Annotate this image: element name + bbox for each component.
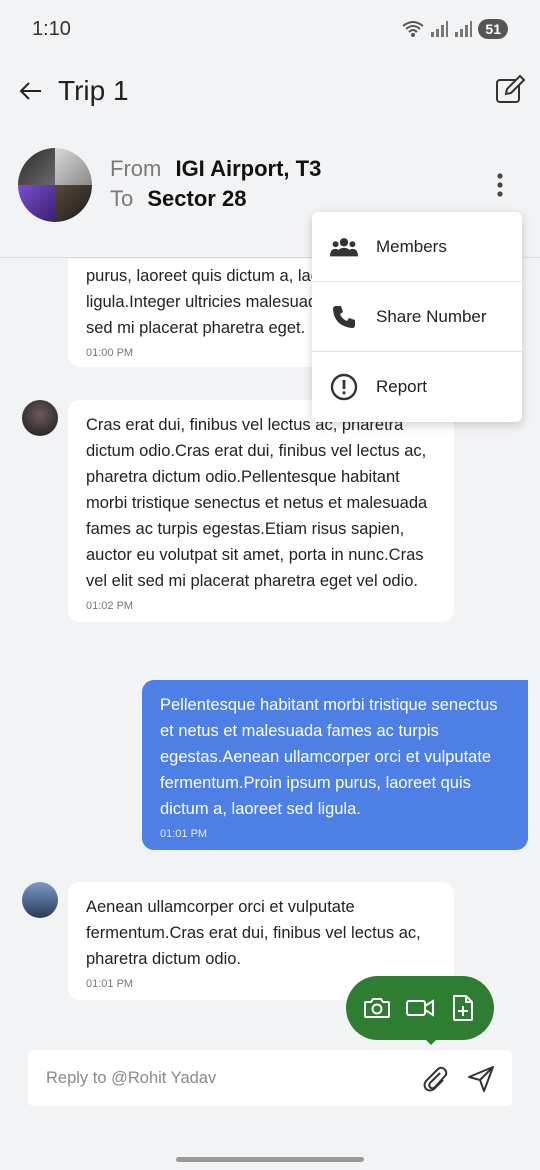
- message-bubble-incoming: Cras erat dui, finibus vel lectus ac, ph…: [68, 400, 454, 622]
- page-title: Trip 1: [58, 75, 129, 106]
- to-label: To: [110, 186, 134, 211]
- group-avatar[interactable]: [18, 148, 92, 222]
- message-bubble-outgoing: Pellentesque habitant morbi tristique se…: [142, 680, 528, 850]
- avatar-tile: [18, 185, 55, 222]
- home-indicator[interactable]: [176, 1157, 364, 1162]
- avatar-tile: [55, 148, 92, 185]
- from-value: IGI Airport, T3: [175, 156, 322, 181]
- message-time: 01:01 PM: [160, 828, 208, 840]
- add-file-button[interactable]: [446, 991, 480, 1025]
- send-button[interactable]: [466, 1064, 496, 1094]
- status-time: 1:10: [32, 17, 71, 40]
- route-from: From IGI Airport, T3: [110, 154, 321, 184]
- status-icons: 51: [402, 19, 508, 39]
- paperclip-icon: [423, 1066, 448, 1092]
- back-button[interactable]: [16, 76, 46, 106]
- video-button[interactable]: [403, 991, 437, 1025]
- phone-icon: [330, 303, 358, 331]
- group-icon: [330, 233, 358, 261]
- battery-indicator: 51: [478, 19, 508, 39]
- arrow-left-icon: [19, 82, 41, 100]
- route-to: To Sector 28: [110, 184, 321, 214]
- menu-item-members[interactable]: Members: [312, 212, 522, 282]
- menu-item-label: Report: [376, 377, 428, 396]
- message-text: Cras erat dui, finibus vel lectus ac, ph…: [86, 416, 428, 590]
- more-options-button[interactable]: [490, 170, 510, 200]
- video-icon: [405, 999, 434, 1017]
- signal-icon: [431, 21, 449, 37]
- to-value: Sector 28: [147, 186, 247, 211]
- more-vertical-icon: [497, 173, 503, 197]
- edit-button[interactable]: [494, 74, 526, 106]
- from-label: From: [110, 156, 162, 181]
- route-info: From IGI Airport, T3 To Sector 28: [110, 154, 321, 214]
- attach-button[interactable]: [420, 1064, 450, 1094]
- attachment-picker: [346, 976, 494, 1040]
- options-menu: Members Share Number Report: [312, 212, 522, 422]
- sender-avatar[interactable]: [22, 882, 58, 918]
- sender-avatar[interactable]: [22, 400, 58, 436]
- message-text: Aenean ullamcorper orci et vulputate fer…: [86, 898, 421, 968]
- file-plus-icon: [452, 995, 473, 1021]
- reply-input[interactable]: [46, 1068, 406, 1088]
- menu-item-label: Share Number: [376, 306, 487, 326]
- camera-button[interactable]: [360, 991, 394, 1025]
- app-bar: Trip 1: [0, 60, 540, 122]
- camera-icon: [364, 998, 391, 1018]
- message-composer: [28, 1050, 512, 1106]
- wifi-icon: [402, 21, 425, 37]
- message-time: 01:02 PM: [86, 600, 134, 612]
- avatar-tile: [55, 185, 92, 222]
- send-icon: [468, 1066, 494, 1092]
- message-text: Pellentesque habitant morbi tristique se…: [160, 696, 498, 818]
- avatar-tile: [18, 148, 55, 185]
- alert-icon: [330, 373, 358, 401]
- menu-item-label: Members: [376, 236, 447, 256]
- menu-item-share-number[interactable]: Share Number: [312, 282, 522, 352]
- signal-icon-2: [455, 21, 473, 37]
- edit-icon: [496, 74, 526, 103]
- attachment-picker-tail: [422, 1036, 440, 1045]
- status-bar: 1:10 51: [0, 0, 540, 58]
- menu-item-report[interactable]: Report: [312, 352, 522, 422]
